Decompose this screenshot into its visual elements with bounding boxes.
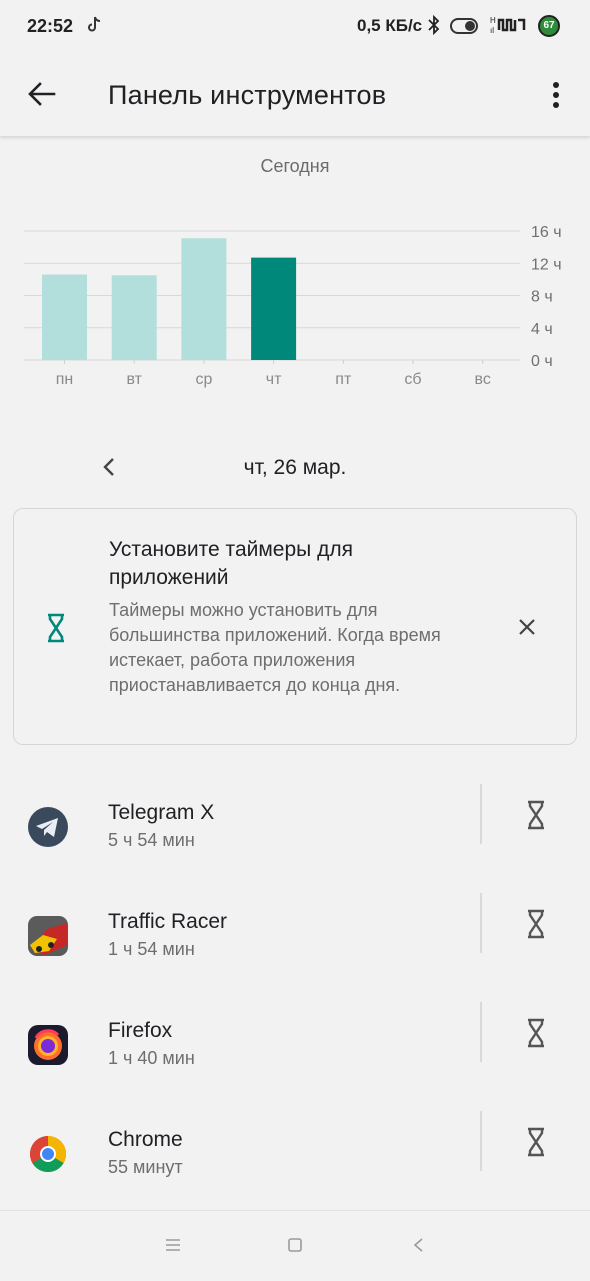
system-nav-bar [0,1210,590,1281]
back-triangle-icon[interactable] [412,1237,426,1253]
close-icon[interactable] [517,617,537,637]
period-label: Сегодня [260,156,330,176]
menu-icon[interactable] [164,1237,182,1253]
y-tick-label: 8 ч [531,289,553,306]
app-usage: 1 ч 40 мин [108,1048,195,1068]
app-row-firefox[interactable]: Firefox 1 ч 40 мин [0,1002,590,1133]
row-divider [480,1111,482,1171]
x-tick-label: вт [126,371,142,388]
page-title: Панель инструментов [108,80,387,110]
hourglass-icon[interactable] [526,909,546,939]
traffic-racer-icon [28,916,68,956]
network-speed: 0,5 КБ/с [357,16,423,35]
row-divider [480,1002,482,1062]
y-tick-label: 16 ч [531,224,562,241]
telegram-icon [28,807,68,847]
x-tick-label: пн [56,371,74,388]
timer-tip-card: Установите таймеры для приложений Таймер… [13,508,577,745]
y-tick-label: 0 ч [531,353,553,370]
bar-вт [111,275,157,360]
x-tick-label: сб [404,371,421,388]
row-divider [480,893,482,953]
battery-icon: 67 [538,15,560,37]
app-name: Traffic Racer [108,910,228,933]
app-row-telegram[interactable]: Telegram X 5 ч 54 мин [0,784,590,915]
app-name: Chrome [108,1128,183,1151]
chrome-icon [29,1136,67,1173]
tiktok-icon [88,16,101,32]
card-body: Таймеры можно установить для большинства… [109,600,441,695]
card-heading: Установите таймеры для приложений [109,538,353,589]
app-usage: 55 минут [108,1157,183,1177]
home-square-icon[interactable] [287,1237,303,1253]
app-row-traffic-racer[interactable]: Traffic Racer 1 ч 54 мин [0,893,590,1024]
app-usage: 1 ч 54 мин [108,939,195,959]
x-tick-label: ср [195,371,212,388]
bar-чт [251,257,297,360]
app-name: Telegram X [108,801,215,824]
row-divider [480,784,482,844]
bluetooth-icon [428,15,440,35]
more-vert-icon[interactable] [548,82,564,108]
y-tick-label: 12 ч [531,256,562,273]
app-usage: 5 ч 54 мин [108,830,195,850]
toggle-icon [450,18,478,34]
svg-text:ıl: ıl [490,26,494,35]
network-icon: H ıl [490,16,526,35]
app-toolbar: Панель инструментов [0,52,590,136]
hourglass-icon[interactable] [526,800,546,830]
x-tick-label: вс [475,371,491,388]
selected-date: чт, 26 мар. [243,456,347,479]
x-tick-label: пт [335,371,352,388]
status-bar: 22:52 0,5 КБ/с H ıl 67 [0,0,590,52]
arrow-left-icon[interactable] [28,82,56,106]
hourglass-icon[interactable] [526,1018,546,1048]
bar-пн [42,274,87,360]
app-name: Firefox [108,1019,173,1042]
firefox-icon [28,1025,68,1065]
usage-bar-chart: 0 ч 4 ч 8 ч 12 ч 16 ч пн вт ср чт пт сб вс [24,224,562,388]
y-tick-label: 4 ч [531,321,553,338]
x-tick-label: чт [266,371,282,388]
bar-ср [181,238,227,360]
hourglass-icon [48,613,64,643]
svg-text:H: H [490,16,496,25]
status-time: 22:52 [27,16,74,36]
hourglass-icon[interactable] [526,1127,546,1157]
